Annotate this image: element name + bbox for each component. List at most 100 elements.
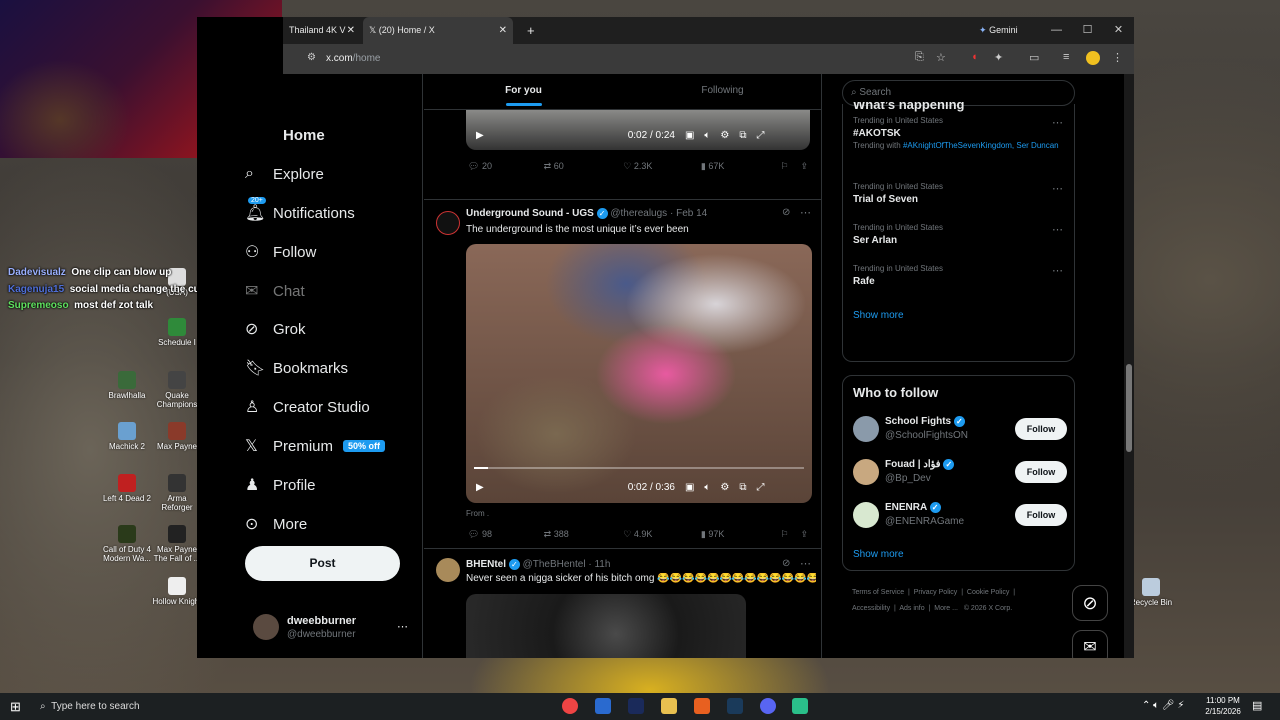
play-icon[interactable]: ▶ [476, 482, 484, 493]
chrome-icon[interactable] [562, 698, 578, 714]
author-name[interactable]: BHENtel [466, 559, 506, 570]
tab-following[interactable]: Following [623, 85, 821, 96]
follow-button[interactable]: Follow [1015, 461, 1067, 483]
close-icon[interactable]: ✕ [499, 17, 507, 44]
folder-icon[interactable] [661, 698, 677, 714]
pip-icon[interactable]: ⧉ [739, 482, 746, 493]
show-more-link[interactable]: Show more [853, 310, 904, 321]
scrollbar[interactable] [1124, 74, 1134, 658]
captions-icon[interactable]: ▣ [685, 482, 694, 493]
tweet-3[interactable]: BHENtel ✓ @TheBHentel · 11h ⊘ ⋯ Never se… [424, 550, 821, 658]
desktop-icon-max-payne-2[interactable]: Max Payne The Fall of ... [152, 525, 202, 563]
post-button[interactable]: Post [245, 546, 400, 581]
fullscreen-icon[interactable]: ⤢ [757, 130, 765, 141]
nav-profile[interactable]: ♟ Profile [245, 471, 316, 499]
settings-icon[interactable]: ⚙ [720, 130, 729, 141]
volume-icon[interactable]: 🔈︎ [704, 130, 710, 141]
video-player[interactable]: ▶ 0:02 / 0:36 ▣ 🔈︎ ⚙ ⧉ ⤢ [466, 244, 812, 503]
nav-chat[interactable]: ✉ Chat [245, 277, 305, 305]
site-info-icon[interactable]: ⚙ [307, 52, 316, 63]
install-icon[interactable]: ⎘ [915, 51, 924, 64]
trend-item[interactable]: Trending in United States Trial of Seven… [853, 182, 1063, 205]
clock-time[interactable]: 11:00 PM [1200, 695, 1246, 706]
volume-icon[interactable]: 🔈︎ [704, 482, 710, 493]
discord-icon[interactable] [760, 698, 776, 714]
more-dots-icon[interactable]: ⋯ [800, 557, 811, 570]
nav-notifications[interactable]: 🔔︎ 20+ Notifications [245, 197, 355, 227]
system-tray[interactable]: ⌃ 🔈︎ 🎤︎ ⚡︎ [1142, 700, 1184, 711]
desktop-icon-schedule-i[interactable]: Schedule I [152, 318, 202, 347]
extension-icon[interactable]: ◖ [971, 51, 978, 63]
more-dots-icon[interactable]: ⋯ [1052, 223, 1063, 236]
vscode-icon[interactable] [595, 698, 611, 714]
nav-bookmarks[interactable]: 🔖︎ Bookmarks [245, 354, 348, 382]
footer-link[interactable]: Cookie Policy [967, 589, 1009, 596]
scrollbar-thumb[interactable] [1126, 364, 1132, 452]
gemini-button[interactable]: ✦ Gemini [973, 17, 1033, 44]
grok-icon[interactable]: ⊘ [782, 558, 790, 569]
like-button[interactable]: ♡ 4.9K [623, 529, 701, 540]
author-handle[interactable]: @therealugs [610, 208, 667, 219]
footer-link[interactable]: Accessibility [852, 605, 890, 612]
address-bar[interactable]: ⚙ x.com/home ⎘ ☆ ◖ ✦ ▭ ≡ ⋮ [283, 44, 1134, 74]
sidepanel-icon[interactable]: ▭ [1029, 51, 1039, 64]
maximize-button[interactable]: ☐ [1072, 17, 1103, 44]
captions-icon[interactable]: ▣ [685, 130, 694, 141]
pip-icon[interactable]: ⧉ [739, 130, 746, 141]
more-dots-icon[interactable]: ⋯ [1052, 116, 1063, 129]
tab-x-home[interactable]: 𝕏 (20) Home / X ✕ [363, 17, 513, 44]
minimize-button[interactable]: — [1041, 17, 1072, 44]
repost-button[interactable]: ⇄ 60 [544, 161, 624, 172]
reply-button[interactable]: 💬︎ 98 [468, 529, 544, 540]
desktop-icon-brawlhalla[interactable]: Brawlhalla [102, 371, 152, 400]
author-name[interactable]: Underground Sound - UGS [466, 208, 594, 219]
trend-item[interactable]: Trending in United States Ser Arlan ⋯ [853, 223, 1063, 246]
brave-icon[interactable] [694, 698, 710, 714]
footer-link[interactable]: Ads info [899, 605, 924, 612]
close-window-button[interactable]: ✕ [1103, 17, 1134, 44]
tab-thailand[interactable]: Thailand 4K V ✕ [283, 17, 361, 44]
views-button[interactable]: ▮ 97K [701, 529, 781, 540]
windows-start-icon[interactable]: ⊞ [10, 699, 21, 715]
desktop-icon-arma[interactable]: Arma Reforger [152, 474, 202, 512]
grok-icon[interactable]: ⊘ [782, 207, 790, 218]
photoshop-icon[interactable] [628, 698, 644, 714]
like-button[interactable]: ♡ 2.3K [623, 161, 701, 172]
follow-suggestion[interactable]: School Fights ✓ @SchoolFightsON Follow [853, 414, 1067, 444]
author-handle[interactable]: @TheBHentel [523, 559, 586, 570]
video-player[interactable]: ▶ 0:02 / 0:24 ▣ 🔈︎ ⚙ ⧉ ⤢ [466, 110, 810, 150]
nav-explore[interactable]: ⌕ Explore [245, 160, 324, 188]
follow-button[interactable]: Follow [1015, 504, 1067, 526]
desktop-icon-quake[interactable]: Quake Champions [152, 371, 202, 409]
trend-item[interactable]: Trending in United States #AKOTSK Trendi… [853, 116, 1063, 150]
share-icon[interactable]: ⇪ [800, 161, 808, 172]
views-button[interactable]: ▮ 67K [701, 161, 781, 172]
desktop-icon-left-4-dead[interactable]: Left 4 Dead 2 [102, 474, 152, 503]
nav-more[interactable]: ⊙ More [245, 510, 307, 538]
video-player[interactable] [466, 594, 746, 658]
post-date[interactable]: 11h [594, 559, 610, 570]
desktop-icon-machick[interactable]: Machick 2 [102, 422, 152, 451]
app-icon[interactable] [792, 698, 808, 714]
tab-for-you[interactable]: For you [424, 85, 623, 106]
star-icon[interactable]: ☆ [936, 51, 946, 64]
tweet-2[interactable]: Underground Sound - UGS ✓ @therealugs · … [424, 201, 821, 549]
footer-link[interactable]: Privacy Policy [914, 589, 958, 596]
repost-button[interactable]: ⇄ 388 [544, 529, 624, 540]
reply-button[interactable]: 💬︎ 20 [468, 161, 544, 172]
more-dots-icon[interactable]: ⋯ [397, 620, 408, 633]
desktop-icon-hollow-knight[interactable]: Hollow Knight [152, 577, 202, 606]
post-date[interactable]: Feb 14 [676, 208, 707, 219]
more-dots-icon[interactable]: ⋯ [1052, 182, 1063, 195]
show-more-link[interactable]: Show more [853, 549, 904, 560]
follow-suggestion[interactable]: Fouad | فؤاد ✓ @Bp_Dev Follow [853, 457, 1067, 487]
desktop-icon-cod4[interactable]: Call of Duty 4 Modern Wa... [102, 525, 152, 563]
media-icon[interactable]: ≡ [1063, 51, 1069, 63]
nav-grok[interactable]: ⊘ Grok [245, 315, 306, 343]
nav-follow[interactable]: ⚇ Follow [245, 238, 316, 266]
messages-float-button[interactable]: ✉ [1072, 630, 1108, 658]
trend-item[interactable]: Trending in United States Rafe ⋯ [853, 264, 1063, 287]
settings-icon[interactable]: ⚙ [720, 482, 729, 493]
play-icon[interactable]: ▶ [476, 130, 484, 141]
follow-suggestion[interactable]: ENENRA ✓ @ENENRAGame Follow [853, 500, 1067, 530]
